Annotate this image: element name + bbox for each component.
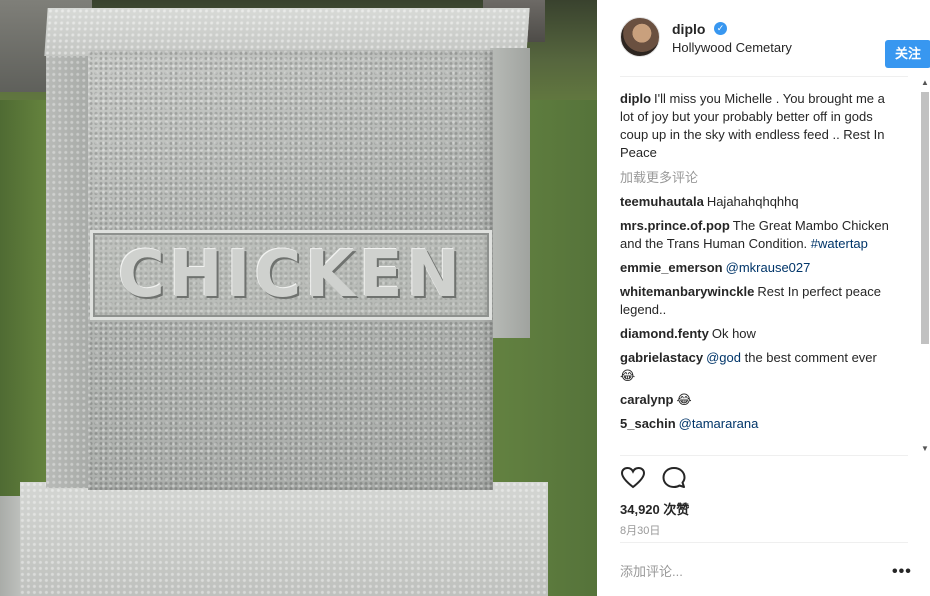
headstone-right-edge: [490, 48, 530, 338]
scroll-up-arrow-icon[interactable]: ▲: [920, 78, 930, 88]
scrollbar-thumb[interactable]: [921, 92, 929, 344]
comment-item: mrs.prince.of.pop The Great Mambo Chicken…: [620, 217, 890, 253]
comment-item: emmie_emerson @mkrause027: [620, 259, 890, 277]
comment-username[interactable]: caralynp: [620, 392, 673, 407]
likes-count[interactable]: 34,920 次赞: [620, 499, 689, 518]
add-comment-input[interactable]: 添加评论...: [620, 561, 870, 580]
engraved-plaque: CHICKEN: [90, 230, 492, 320]
comment-mention[interactable]: @god: [706, 350, 741, 365]
comment-text: Ok how: [711, 326, 756, 341]
more-options-icon[interactable]: •••: [892, 563, 912, 581]
comment-item: 5_sachin @tamararana: [620, 415, 890, 433]
post-location[interactable]: Hollywood Cemetary: [672, 40, 792, 55]
comment-username[interactable]: whitemanbarywinckle: [620, 284, 754, 299]
comment-text: 😂: [676, 392, 692, 407]
avatar[interactable]: [620, 17, 660, 57]
comment-item: gabrielastacy @god the best comment ever …: [620, 349, 890, 385]
comment-item: diamond.fenty Ok how: [620, 325, 890, 343]
comment-box-divider: [620, 542, 908, 543]
post-side-panel: diplo ✓ Hollywood Cemetary 关注 diplo I'll …: [597, 0, 930, 596]
comment-mention[interactable]: @tamararana: [679, 416, 759, 431]
caption-text: I'll miss you Michelle . You brought me …: [620, 91, 885, 160]
comment-item: caralynp 😂: [620, 391, 890, 409]
comment-item: whitemanbarywinckle Rest In perfect peace…: [620, 283, 890, 319]
comment-scrollbar[interactable]: ▲ ▼: [920, 78, 930, 454]
caption-username[interactable]: diplo: [620, 91, 651, 106]
post-photo[interactable]: CHICKEN: [0, 0, 597, 596]
comment-item: teemuhautala Hajahahqhqhhq: [620, 193, 890, 211]
post-username[interactable]: diplo: [672, 21, 705, 37]
post-caption: diplo I'll miss you Michelle . You brough…: [620, 90, 890, 162]
actions-divider: [620, 455, 908, 456]
comment-username[interactable]: gabrielastacy: [620, 350, 703, 365]
post-date[interactable]: 8月30日: [620, 522, 660, 538]
headstone-base: [20, 482, 548, 596]
post-header: diplo ✓ Hollywood Cemetary 关注: [620, 16, 930, 68]
comment-icon[interactable]: [661, 465, 687, 491]
comment-username[interactable]: teemuhautala: [620, 194, 704, 209]
comment-hashtag[interactable]: #watertap: [811, 236, 868, 251]
engraved-text: CHICKEN: [117, 238, 465, 312]
comment-username[interactable]: mrs.prince.of.pop: [620, 218, 730, 233]
headstone-top: [44, 8, 530, 56]
verified-badge-icon: ✓: [714, 22, 727, 35]
scroll-down-arrow-icon[interactable]: ▼: [920, 444, 930, 454]
follow-button[interactable]: 关注: [885, 40, 930, 68]
comment-list[interactable]: diplo I'll miss you Michelle . You brough…: [620, 90, 890, 454]
comment-text: Hajahahqhqhhq: [706, 194, 799, 209]
header-divider: [620, 76, 908, 77]
headstone-side: [46, 36, 94, 488]
comment-username[interactable]: emmie_emerson: [620, 260, 723, 275]
comment-username[interactable]: 5_sachin: [620, 416, 676, 431]
load-more-comments-link[interactable]: 加载更多评论: [620, 169, 890, 187]
comment-mention[interactable]: @mkrause027: [726, 260, 811, 275]
comment-username[interactable]: diamond.fenty: [620, 326, 709, 341]
heart-icon[interactable]: [620, 465, 646, 491]
